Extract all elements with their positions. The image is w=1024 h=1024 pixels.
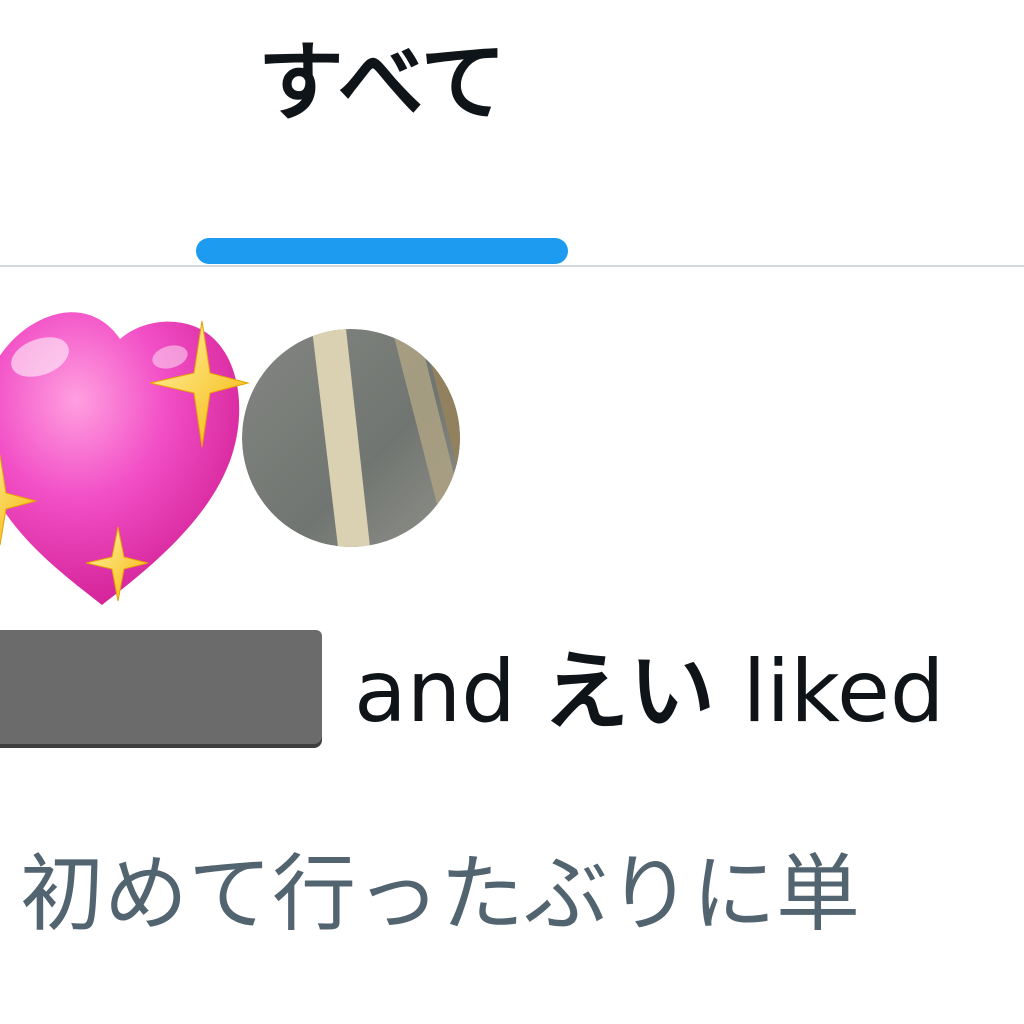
liker-name[interactable]: えい <box>543 642 715 742</box>
tab-all-label: すべて <box>257 33 507 133</box>
tab-bar: すべて <box>0 0 1024 267</box>
liked-by-line: and えい liked <box>354 637 945 747</box>
tab-all[interactable]: すべて <box>192 0 572 266</box>
redacted-username <box>0 630 322 744</box>
like-notification[interactable]: and えい liked 初めて行ったぶりに単 <box>0 267 1024 1024</box>
active-tab-indicator <box>196 238 568 264</box>
sparkling-heart-icon <box>0 312 250 605</box>
conjunction-text: and <box>354 642 516 742</box>
road-photo-avatar[interactable] <box>242 329 460 547</box>
action-text: liked <box>742 642 945 742</box>
tweet-preview-text[interactable]: 初めて行ったぶりに単 <box>20 839 860 949</box>
